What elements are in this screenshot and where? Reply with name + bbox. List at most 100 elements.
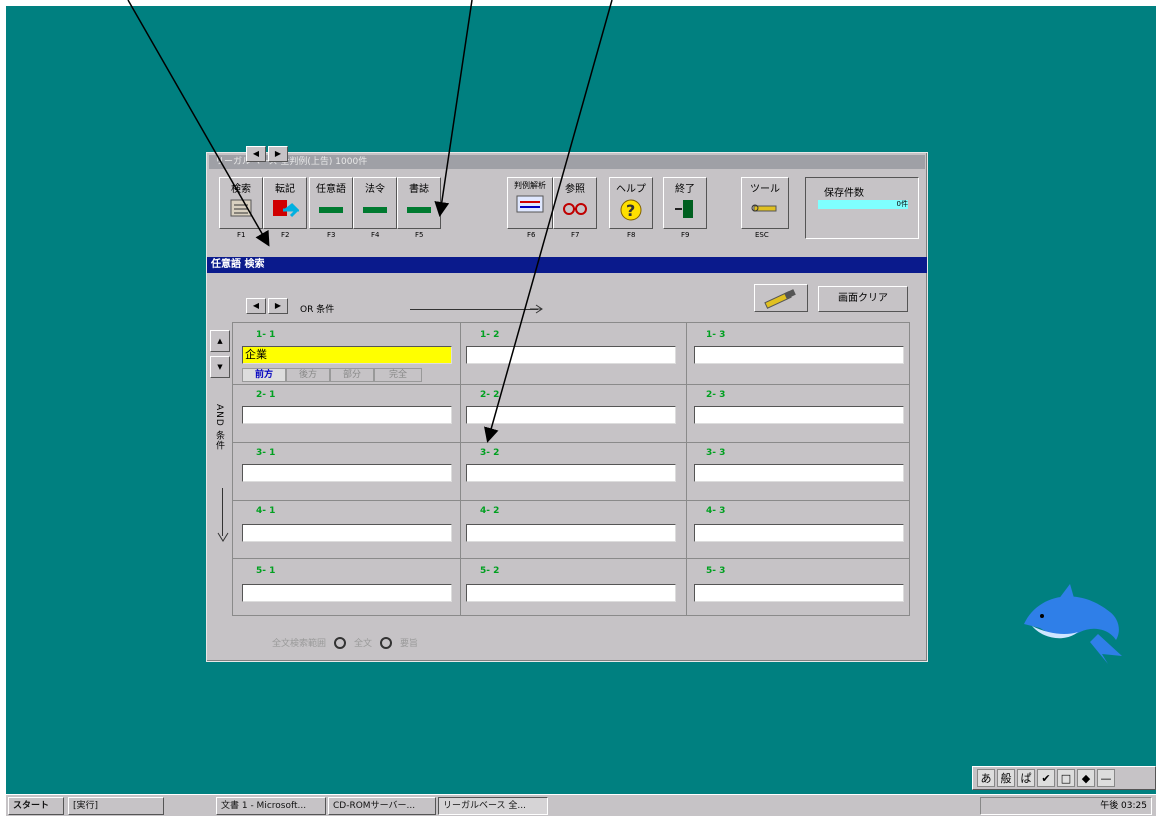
transfer-button[interactable]: 転記 [263, 177, 307, 229]
ime-minimize[interactable]: — [1097, 769, 1115, 787]
column-divider [686, 322, 687, 616]
pencil-icon [764, 289, 796, 309]
reference-button[interactable]: 参照 [553, 177, 597, 229]
wrench-icon [751, 204, 777, 212]
left-arrow-icon: ◀ [252, 301, 260, 310]
search-input-3-3[interactable] [694, 464, 904, 482]
key-f9: F9 [681, 231, 690, 239]
cell-label: 4- 1 [256, 506, 276, 516]
match-exact-tab[interactable]: 完全 [374, 368, 422, 382]
cell-label: 3- 1 [256, 448, 276, 458]
or-next-button[interactable]: ▶ [268, 298, 288, 314]
column-divider [460, 322, 461, 616]
search-input-4-3[interactable] [694, 524, 904, 542]
tool-button[interactable]: ツール [741, 177, 789, 229]
and-down-button[interactable]: ▼ [210, 356, 230, 378]
fulltext-range: 全文検索範囲 全文 要旨 [272, 636, 418, 649]
search-input-1-3[interactable] [694, 346, 904, 364]
key-f1: F1 [237, 231, 246, 239]
prev-button[interactable]: ◀ [246, 146, 266, 162]
left-arrow-icon: ◀ [252, 149, 260, 158]
search-button[interactable]: 検索 [219, 177, 263, 229]
cell-label: 2- 3 [706, 390, 726, 400]
or-arrow-line [410, 309, 538, 310]
next-button[interactable]: ▶ [268, 146, 288, 162]
radio-fulltext[interactable] [334, 636, 347, 649]
search-input-5-2[interactable] [466, 584, 676, 602]
saved-count-box: 保存件数 0件 [805, 177, 919, 239]
row-divider [232, 500, 910, 501]
key-f6: F6 [527, 231, 536, 239]
or-condition-label: OR 条件 [300, 305, 335, 315]
search-input-5-3[interactable] [694, 584, 904, 602]
cell-label: 3- 3 [706, 448, 726, 458]
task-cdrom[interactable]: CD-ROMサーバー... [328, 797, 436, 815]
search-input-2-1[interactable] [242, 406, 452, 424]
ime-hiragana[interactable]: あ [977, 769, 995, 787]
cell-label: 2- 2 [480, 390, 500, 400]
cell-label: 4- 3 [706, 506, 726, 516]
exit-button[interactable]: 終了 [663, 177, 707, 229]
case-analysis-button[interactable]: 判例解析 [507, 177, 553, 229]
right-arrow-icon: ▶ [274, 301, 282, 310]
search-input-2-2[interactable] [466, 406, 676, 424]
task-word[interactable]: 文書 1 - Microsoft... [216, 797, 326, 815]
search-input-1-1[interactable]: 企業 [242, 346, 452, 364]
cell-label: 1- 1 [256, 330, 276, 340]
help-button[interactable]: ヘルプ ? [609, 177, 653, 229]
search-input-1-2[interactable] [466, 346, 676, 364]
ime-toolbar: あ 般 ぱ ✔ □ ◆ — [972, 766, 1156, 790]
task-legalbase[interactable]: リーガルベース 全... [438, 797, 548, 815]
statute-button[interactable]: 法令 [353, 177, 397, 229]
match-suffix-tab[interactable]: 後方 [286, 368, 330, 382]
and-arrow-icon [217, 532, 229, 542]
cell-label: 1- 2 [480, 330, 500, 340]
system-tray: 午後 03:25 [980, 797, 1152, 815]
ime-check[interactable]: ✔ [1037, 769, 1055, 787]
key-f7: F7 [571, 231, 580, 239]
free-word-button[interactable]: 任意語 [309, 177, 353, 229]
saved-count: 0件 [896, 200, 908, 208]
toolbar: 検索 F1 転記 F2 任意語 F3 法令 F4 書誌 F5 判例解析 F6 参… [211, 173, 925, 243]
cell-label: 5- 2 [480, 566, 500, 576]
key-f5: F5 [415, 231, 424, 239]
pencil-button[interactable] [754, 284, 808, 312]
up-arrow-icon: ▲ [217, 337, 223, 345]
cell-label: 2- 1 [256, 390, 276, 400]
bar-icon [319, 207, 343, 213]
match-partial-tab[interactable]: 部分 [330, 368, 374, 382]
row-divider [232, 558, 910, 559]
key-f3: F3 [327, 231, 336, 239]
clear-screen-button[interactable]: 画面クリア [818, 286, 908, 312]
ime-conversion[interactable]: ぱ [1017, 769, 1035, 787]
search-input-4-1[interactable] [242, 524, 452, 542]
task-run[interactable]: [実行] [68, 797, 164, 815]
ime-menu[interactable]: ◆ [1077, 769, 1095, 787]
search-input-3-1[interactable] [242, 464, 452, 482]
search-input-3-2[interactable] [466, 464, 676, 482]
search-input-5-1[interactable] [242, 584, 452, 602]
fulltext-option-label: 全文 [354, 639, 373, 649]
ime-pad[interactable]: □ [1057, 769, 1075, 787]
and-up-button[interactable]: ▲ [210, 330, 230, 352]
search-input-4-2[interactable] [466, 524, 676, 542]
window-title: リーガルベース 全判例(上告) 1000件 [209, 155, 925, 169]
ime-general[interactable]: 般 [997, 769, 1015, 787]
section-title: 任意語 検索 [207, 257, 927, 273]
checklist-icon [230, 199, 252, 217]
key-esc: ESC [755, 231, 769, 239]
search-input-2-3[interactable] [694, 406, 904, 424]
radio-summary[interactable] [380, 636, 393, 649]
or-prev-button[interactable]: ◀ [246, 298, 266, 314]
match-prefix-tab[interactable]: 前方 [242, 368, 286, 382]
bar-icon [407, 207, 431, 213]
start-button[interactable]: スタート [8, 797, 64, 815]
bibliography-button[interactable]: 書誌 [397, 177, 441, 229]
key-f8: F8 [627, 231, 636, 239]
dolphin-assistant-icon[interactable] [1018, 576, 1130, 666]
or-arrow-icon [530, 304, 543, 314]
key-f2: F2 [281, 231, 290, 239]
right-arrow-icon: ▶ [274, 149, 282, 158]
summary-option-label: 要旨 [400, 639, 419, 649]
saved-label: 保存件数 [824, 188, 864, 199]
